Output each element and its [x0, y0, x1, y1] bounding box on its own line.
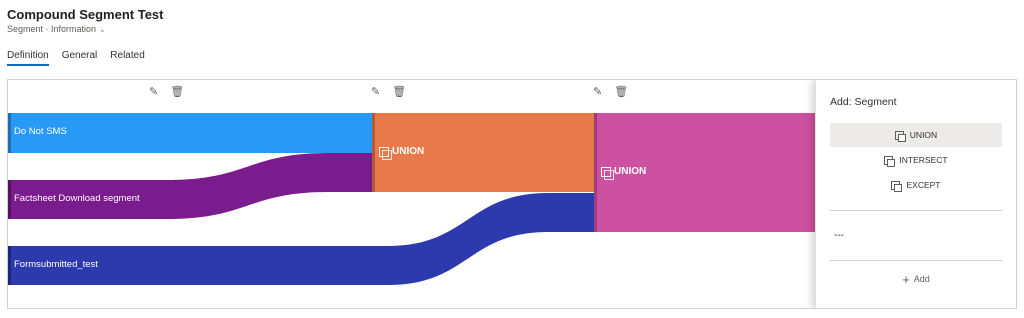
union-icon — [894, 130, 906, 142]
column-2-toolbar: ✎ 🗑 — [371, 85, 406, 98]
union-label-text: UNION — [614, 166, 647, 177]
except-icon — [891, 180, 903, 192]
delete-icon[interactable]: 🗑 — [614, 85, 628, 98]
column-1-toolbar: ✎ 🗑 — [149, 85, 184, 98]
segment-label-do-not-sms: Do Not SMS — [14, 126, 67, 137]
plus-icon: + — [902, 271, 910, 287]
segment-bar-factsheet-download[interactable] — [8, 153, 374, 219]
operation-block-accent — [372, 113, 375, 192]
intersect-option-label: INTERSECT — [899, 155, 948, 165]
except-option-button[interactable]: EXCEPT — [830, 173, 1002, 197]
page-title: Compound Segment Test — [7, 7, 164, 22]
column-3-toolbar: ✎ 🗑 — [593, 85, 628, 98]
union-label-2: UNION — [601, 166, 647, 180]
union-icon — [379, 146, 392, 160]
edit-icon[interactable]: ✎ — [371, 85, 380, 98]
edit-icon[interactable]: ✎ — [593, 85, 602, 98]
panel-divider — [830, 260, 1002, 261]
tab-definition[interactable]: Definition — [7, 50, 49, 66]
union-label-1: UNION — [379, 146, 425, 160]
union-option-button[interactable]: UNION — [830, 123, 1002, 147]
segment-bar-accent — [8, 180, 11, 219]
add-button-label: Add — [913, 274, 930, 284]
union-option-label: UNION — [909, 130, 938, 140]
union-label-text: UNION — [392, 146, 425, 157]
segment-designer-canvas: ✎ 🗑 ✎ 🗑 ✎ 🗑 Do Not SMS Factsheet Downloa… — [7, 79, 1017, 309]
entity-type-selector[interactable]: Segment · Information ⌄ — [7, 24, 163, 34]
delete-icon[interactable]: 🗑 — [392, 85, 406, 98]
entity-type-label: Segment · Information — [7, 24, 97, 34]
segment-bar-accent — [8, 113, 11, 153]
segment-placeholder[interactable]: --- — [834, 230, 844, 241]
page-header: Compound Segment Test Segment · Informat… — [7, 7, 163, 34]
tab-related[interactable]: Related — [110, 50, 144, 66]
tab-bar: Definition General Related — [7, 50, 145, 66]
add-segment-button[interactable]: + Add — [830, 270, 1002, 288]
panel-title: Add: Segment — [830, 96, 897, 108]
except-option-label: EXCEPT — [906, 180, 941, 190]
intersect-icon — [884, 155, 896, 167]
delete-icon[interactable]: 🗑 — [170, 85, 184, 98]
union-icon — [601, 166, 614, 180]
segment-label-factsheet: Factsheet Download segment — [14, 193, 140, 204]
edit-icon[interactable]: ✎ — [149, 85, 158, 98]
chevron-down-icon[interactable]: ⌄ — [99, 25, 106, 34]
add-segment-panel: Add: Segment UNION INTERSECT EXCEPT --- … — [815, 80, 1016, 308]
tab-general[interactable]: General — [62, 50, 98, 66]
panel-divider — [830, 210, 1002, 211]
segment-label-formsubmitted: Formsubmitted_test — [14, 259, 98, 270]
segment-bar-accent — [8, 246, 11, 285]
intersect-option-button[interactable]: INTERSECT — [830, 148, 1002, 172]
operation-block-accent — [594, 113, 597, 232]
